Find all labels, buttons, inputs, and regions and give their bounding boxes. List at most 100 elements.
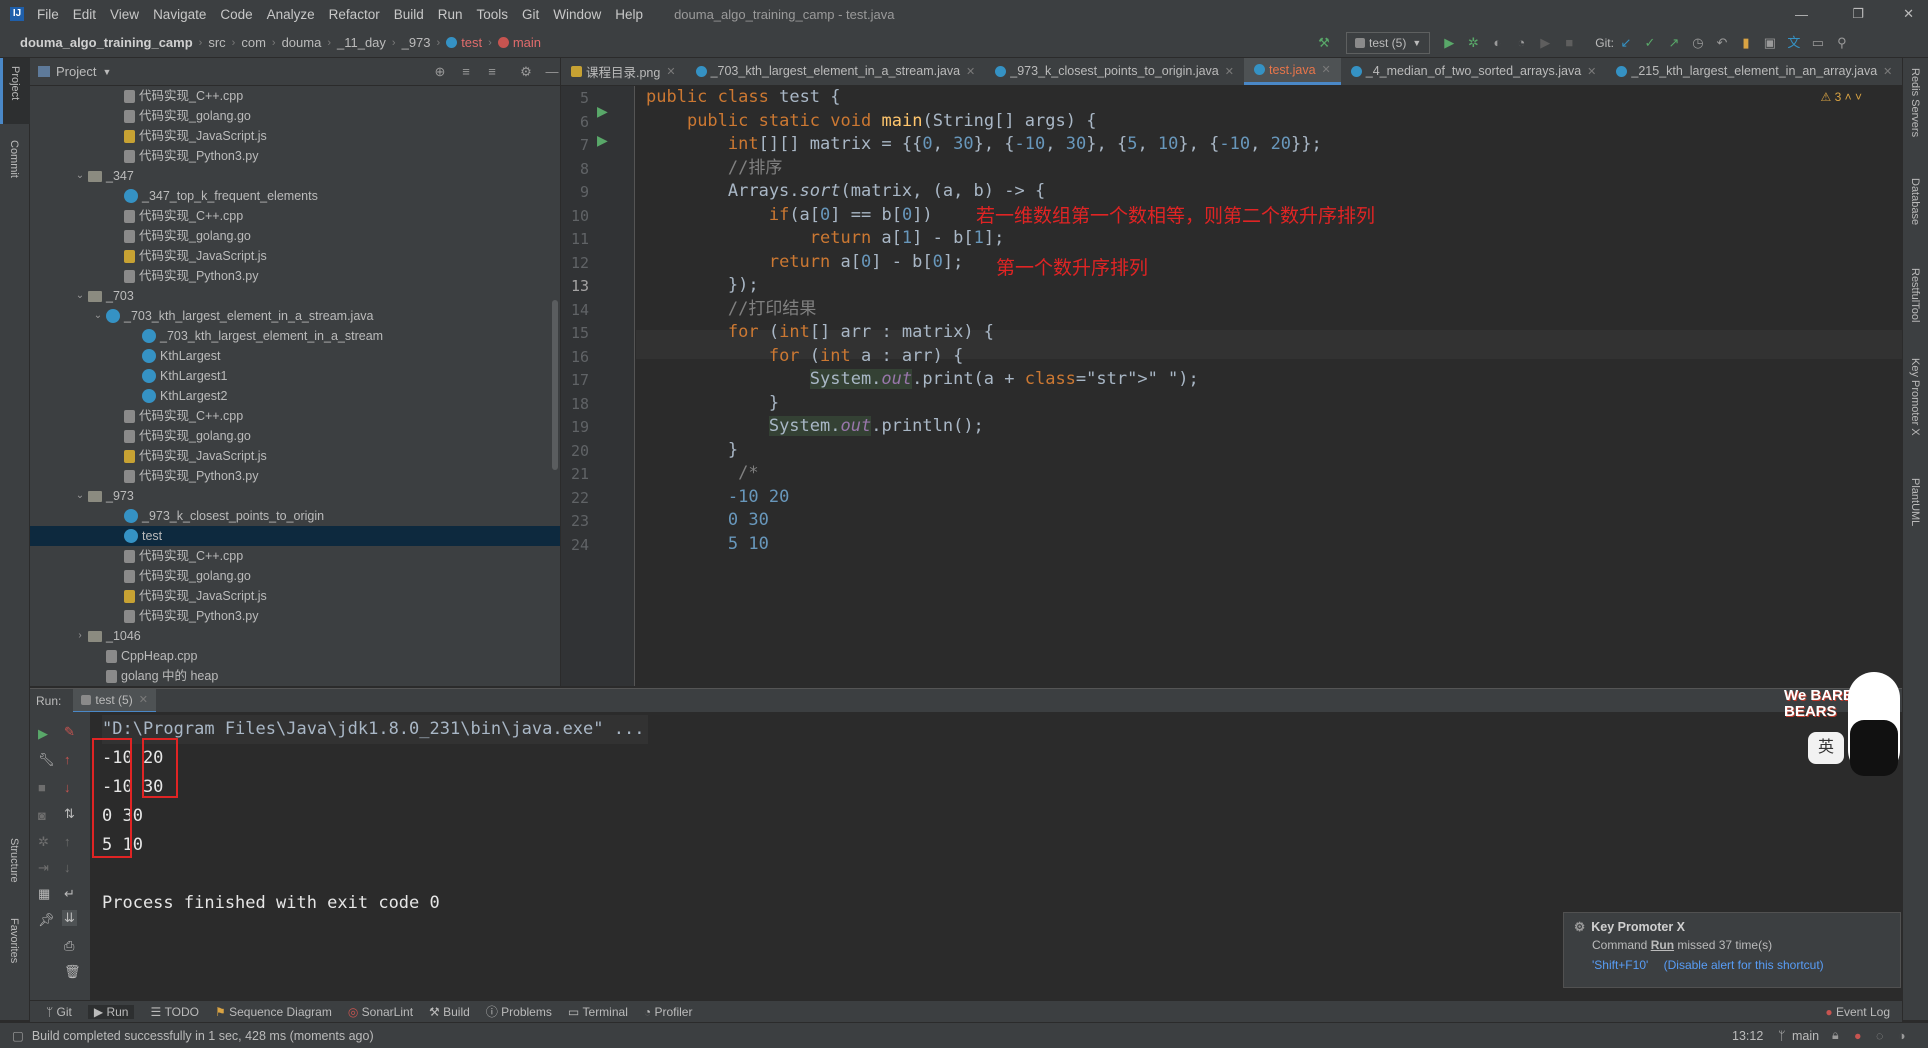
chevron-icon[interactable]: ⌄ [72, 286, 88, 306]
code-editor[interactable]: ⚠ 3 ˄ ˅ public class test { public stati… [636, 86, 1902, 686]
search-icon[interactable]: ⚲ [1835, 36, 1849, 50]
tool-profiler[interactable]: ◔ Profiler [644, 1005, 693, 1019]
menu-refactor[interactable]: Refactor [322, 7, 387, 22]
tree-item[interactable]: 代码实现_golang.go [30, 106, 560, 126]
tool-build[interactable]: ⚒ Build [429, 1005, 470, 1019]
pin-icon[interactable]: 📌︎ [38, 912, 55, 928]
memory-icon[interactable]: ◌ [1876, 1029, 1883, 1043]
commit-tool-tab[interactable]: Commit [8, 140, 20, 178]
tree-item[interactable]: 代码实现_JavaScript.js [30, 586, 560, 606]
tool-sonarlint[interactable]: ◎ SonarLint [348, 1005, 413, 1019]
close-window-icon[interactable]: ✕ [1903, 6, 1914, 22]
rerun-icon[interactable]: ▶ [38, 726, 48, 742]
mascot-widget[interactable]: We BARE BEARS 英 [1780, 670, 1902, 780]
run-gutter-icon[interactable]: ▶ [597, 132, 608, 149]
tree-item[interactable]: test [30, 526, 560, 546]
editor-tab[interactable]: _703_kth_largest_element_in_a_stream.jav… [686, 58, 986, 85]
run-tab-test[interactable]: test (5) ✕ [73, 688, 156, 713]
database-tool-tab[interactable]: Database [1909, 178, 1921, 225]
close-icon[interactable]: ✕ [966, 65, 975, 78]
disable-alert-link[interactable]: (Disable alert for this shortcut) [1664, 958, 1824, 972]
tree-item[interactable]: 代码实现_C++.cpp [30, 546, 560, 566]
coverage-icon[interactable]: ◐ [1490, 36, 1504, 50]
tree-item[interactable]: ⌄ _703_kth_largest_element_in_a_stream.ja… [30, 306, 560, 326]
git-branch[interactable]: main [1792, 1029, 1819, 1043]
sort-icon[interactable]: ⇅ [64, 806, 75, 822]
collapse-all-icon[interactable]: ≡ [485, 64, 499, 79]
structure-tool-tab[interactable]: Structure [8, 838, 20, 883]
breadcrumb-douma[interactable]: douma [282, 35, 322, 50]
tree-item[interactable]: ⌄ _703 [30, 286, 560, 306]
breadcrumb-project[interactable]: douma_algo_training_camp [20, 35, 193, 50]
status-square-icon[interactable]: ▢ [12, 1028, 24, 1043]
edit-config-icon[interactable]: ✎ [64, 724, 75, 740]
tree-item[interactable]: 代码实现_Python3.py [30, 466, 560, 486]
tree-item[interactable]: golang 中的 heap [30, 666, 560, 686]
breadcrumb-src[interactable]: src [208, 35, 225, 50]
run-icon[interactable]: ▶ [1442, 36, 1456, 50]
locate-icon[interactable]: ⊕ [433, 64, 447, 79]
tree-item[interactable]: _347_top_k_frequent_elements [30, 186, 560, 206]
editor-tab[interactable]: _973_k_closest_points_to_origin.java ✕ [985, 58, 1244, 85]
chevron-icon[interactable]: ⌄ [72, 486, 88, 506]
tree-item[interactable]: _973_k_closest_points_to_origin [30, 506, 560, 526]
trash-icon[interactable]: 🗑︎ [64, 964, 81, 980]
tree-item[interactable]: 代码实现_Python3.py [30, 606, 560, 626]
tree-item[interactable]: 代码实现_Python3.py [30, 146, 560, 166]
sonar-status-icon[interactable]: ● [1854, 1029, 1862, 1043]
tool-todo[interactable]: ☰ TODO [150, 1005, 199, 1019]
resume-icon[interactable]: ▶ [1538, 36, 1552, 50]
tree-item[interactable]: 代码实现_golang.go [30, 226, 560, 246]
expand-all-icon[interactable]: ≡ [459, 64, 473, 79]
vcs-operations-icon[interactable]: ▮ [1739, 36, 1753, 50]
tree-item[interactable]: _703_kth_largest_element_in_a_stream [30, 326, 560, 346]
editor-tab[interactable]: _4_median_of_two_sorted_arrays.java ✕ [1341, 58, 1607, 85]
build-hammer-icon[interactable]: ⚒ [1317, 36, 1331, 50]
breadcrumb-main[interactable]: main [513, 35, 541, 50]
rollback-icon[interactable]: ↶ [1715, 36, 1729, 50]
tree-item[interactable]: KthLargest1 [30, 366, 560, 386]
next-icon[interactable]: ↓ [64, 860, 71, 875]
close-icon[interactable]: ✕ [139, 693, 148, 706]
git-history-icon[interactable]: ◷ [1691, 36, 1705, 50]
menu-help[interactable]: Help [608, 7, 650, 22]
menu-git[interactable]: Git [515, 7, 546, 22]
tree-item[interactable]: ⌄ _973 [30, 486, 560, 506]
tool-git[interactable]: ᛘ Git [46, 1005, 72, 1019]
tree-item[interactable]: 代码实现_Python3.py [30, 266, 560, 286]
menu-build[interactable]: Build [387, 7, 431, 22]
chevron-down-icon[interactable]: ▼ [102, 67, 111, 77]
minimize-icon[interactable]: — [1795, 7, 1808, 22]
hide-panel-icon[interactable]: — [545, 64, 559, 79]
editor-tab[interactable]: test.java ✕ [1243, 58, 1341, 85]
editor-tab[interactable]: _215_kth_largest_element_in_an_array.jav… [1606, 58, 1902, 85]
chevron-icon[interactable]: ⌄ [90, 306, 106, 326]
prev-icon[interactable]: ↑ [64, 834, 71, 849]
tool-event-log[interactable]: ● Event Log [1825, 1005, 1890, 1019]
close-icon[interactable]: ✕ [1322, 63, 1331, 76]
print-icon[interactable]: ⎙ [64, 938, 74, 954]
menu-code[interactable]: Code [213, 7, 259, 22]
menu-navigate[interactable]: Navigate [146, 7, 213, 22]
layout-icon[interactable]: ▦ [38, 886, 50, 902]
git-commit-icon[interactable]: ✓ [1643, 36, 1657, 50]
tree-item[interactable]: 代码实现_JavaScript.js [30, 446, 560, 466]
caret-position[interactable]: 13:12 [1732, 1029, 1763, 1043]
breadcrumb-973[interactable]: _973 [402, 35, 431, 50]
run-config-selector[interactable]: test (5) ▼ [1346, 32, 1431, 54]
tree-item[interactable]: 代码实现_C++.cpp [30, 206, 560, 226]
inspection-icon[interactable]: ◑ [1898, 1029, 1906, 1043]
plantuml-tool-tab[interactable]: PlantUML [1909, 478, 1921, 526]
tool-terminal[interactable]: ▭ Terminal [568, 1005, 628, 1019]
redis-servers-tool-tab[interactable]: Redis Servers [1909, 68, 1921, 137]
tree-item[interactable]: KthLargest [30, 346, 560, 366]
breadcrumb-com[interactable]: com [241, 35, 266, 50]
wrench-icon[interactable]: 🔧︎ [38, 752, 55, 768]
tree-item[interactable]: ⌄ _347 [30, 166, 560, 186]
restfultool-tool-tab[interactable]: RestfulTool [1909, 268, 1921, 322]
favorites-tool-tab[interactable]: Favorites [8, 918, 20, 963]
editor-tab[interactable]: 课程目录.png ✕ [561, 58, 686, 85]
chevron-icon[interactable]: › [72, 626, 88, 646]
project-tool-tab[interactable]: Project [0, 58, 30, 124]
tree-item[interactable]: 代码实现_golang.go [30, 426, 560, 446]
